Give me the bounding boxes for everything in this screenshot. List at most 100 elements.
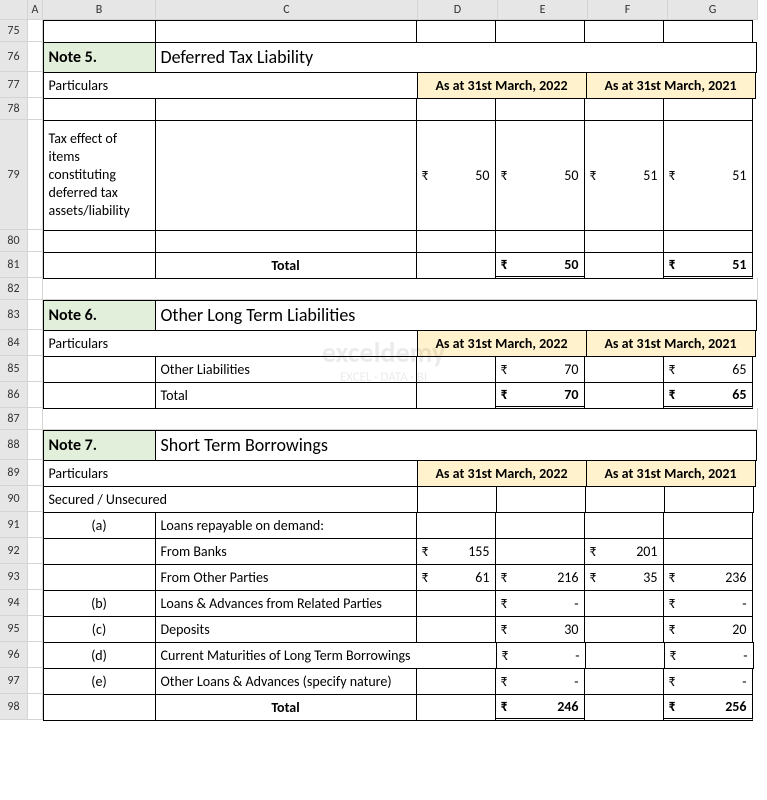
cell-A97[interactable] (28, 668, 43, 694)
note5-d[interactable]: ₹50 (416, 120, 496, 231)
cell-D80[interactable] (416, 230, 496, 253)
cell-F97[interactable] (584, 668, 664, 695)
note7-d-letter[interactable]: (d) (43, 642, 156, 669)
note5-total-g[interactable]: ₹51 (663, 252, 753, 279)
cell-A89[interactable] (28, 460, 43, 486)
row-header-85[interactable]: 85 (0, 356, 27, 382)
cell-E78[interactable] (495, 98, 585, 121)
cell-F90[interactable] (585, 486, 665, 513)
cell-F85[interactable] (584, 356, 664, 383)
note7-maturities-label[interactable]: Current Maturities of Long Term Borrowin… (155, 642, 497, 669)
cell-C79[interactable] (155, 120, 417, 231)
note6-date-2021[interactable]: As at 31st March, 2021 (586, 330, 756, 357)
cell-A93[interactable] (28, 564, 43, 590)
note6-g[interactable]: ₹65 (663, 356, 753, 383)
cell-E97[interactable]: ₹- (495, 668, 585, 695)
row-header-88[interactable]: 88 (0, 430, 27, 460)
note7-c-letter[interactable]: (c) (43, 616, 156, 643)
note7-banks-d[interactable]: ₹155 (416, 538, 496, 565)
cell-F96[interactable] (585, 642, 665, 669)
note5-date-2021[interactable]: As at 31st March, 2021 (586, 72, 756, 99)
note5-particulars-label[interactable]: Particulars (43, 72, 418, 99)
note5-g[interactable]: ₹51 (663, 120, 753, 231)
col-header-G[interactable]: G (668, 0, 758, 19)
note6-total-e[interactable]: ₹70 (495, 382, 585, 409)
note7-secured[interactable]: Secured / Unsecured (43, 486, 418, 513)
cell-G96[interactable]: ₹- (664, 642, 754, 669)
col-header-D[interactable]: D (418, 0, 498, 19)
row-header-77[interactable]: 77 (0, 72, 27, 98)
cell-82-span[interactable] (43, 278, 758, 300)
cell-A86[interactable] (28, 382, 43, 408)
note7-other-d[interactable]: ₹61 (416, 564, 496, 591)
cell-D90[interactable] (417, 486, 497, 513)
note7-date-2021[interactable]: As at 31st March, 2021 (586, 460, 756, 487)
row-header-92[interactable]: 92 (0, 538, 27, 564)
note7-date-2022[interactable]: As at 31st March, 2022 (417, 460, 587, 487)
cell-D91[interactable] (416, 512, 496, 539)
cell-A90[interactable] (28, 486, 43, 512)
cell-F86[interactable] (584, 382, 664, 409)
cell-D98[interactable] (416, 694, 496, 721)
row-header-90[interactable]: 90 (0, 486, 27, 512)
note6-item-label[interactable]: Other Liabilities (155, 356, 417, 383)
note7-other-e[interactable]: ₹216 (495, 564, 585, 591)
note7-particulars-label[interactable]: Particulars (43, 460, 418, 487)
cell-D81[interactable] (416, 252, 496, 279)
note6-header[interactable]: Note 6. (43, 300, 156, 331)
note7-a-letter[interactable]: (a) (43, 512, 156, 539)
row-header-87[interactable]: 87 (0, 408, 27, 430)
row-header-83[interactable]: 83 (0, 300, 27, 330)
cell-B86[interactable] (43, 382, 156, 409)
row-header-96[interactable]: 96 (0, 642, 27, 668)
cell-B80[interactable] (43, 230, 156, 253)
note7-e-letter[interactable]: (e) (43, 668, 156, 695)
cell-A95[interactable] (28, 616, 43, 642)
row-header-97[interactable]: 97 (0, 668, 27, 694)
cell-F98[interactable] (584, 694, 664, 721)
note7-other-f[interactable]: ₹35 (584, 564, 664, 591)
cell-A96[interactable] (28, 642, 43, 668)
cell-F75[interactable] (584, 20, 664, 43)
cell-A84[interactable] (28, 330, 43, 356)
note7-total-e[interactable]: ₹246 (495, 694, 585, 721)
cell-A81[interactable] (28, 252, 43, 278)
note7-other-g[interactable]: ₹236 (663, 564, 753, 591)
cell-A85[interactable] (28, 356, 43, 382)
note7-deposits-label[interactable]: Deposits (155, 616, 417, 643)
note6-total-label[interactable]: Total (155, 382, 417, 409)
cell-D97[interactable] (416, 668, 496, 695)
cell-G94[interactable]: ₹- (663, 590, 753, 617)
cell-B92[interactable] (43, 538, 156, 565)
note6-title[interactable]: Other Long Term Liabilities (155, 300, 757, 331)
note6-total-g[interactable]: ₹65 (663, 382, 753, 409)
note5-e[interactable]: ₹50 (495, 120, 585, 231)
cell-A82[interactable] (28, 278, 43, 300)
cell-B78[interactable] (43, 98, 156, 121)
row-header-98[interactable]: 98 (0, 694, 27, 720)
cell-D78[interactable] (416, 98, 496, 121)
cell-G75[interactable] (663, 20, 753, 43)
cell-A98[interactable] (28, 694, 43, 720)
cell-B85[interactable] (43, 356, 156, 383)
note5-date-2022[interactable]: As at 31st March, 2022 (417, 72, 587, 99)
row-header-93[interactable]: 93 (0, 564, 27, 590)
note7-total-g[interactable]: ₹256 (663, 694, 753, 721)
note7-header[interactable]: Note 7. (43, 430, 156, 461)
cell-G80[interactable] (663, 230, 753, 253)
cell-D75[interactable] (416, 20, 496, 43)
cell-F91[interactable] (584, 512, 664, 539)
note5-title[interactable]: Deferred Tax Liability (155, 42, 757, 73)
row-header-79[interactable]: 79 (0, 120, 27, 230)
cell-F78[interactable] (584, 98, 664, 121)
cell-A88[interactable] (28, 430, 43, 460)
cell-A87[interactable] (28, 408, 43, 430)
row-header-89[interactable]: 89 (0, 460, 27, 486)
row-header-76[interactable]: 76 (0, 42, 27, 72)
col-header-E[interactable]: E (498, 0, 588, 19)
col-header-A[interactable]: A (28, 0, 43, 19)
note5-total-e[interactable]: ₹50 (495, 252, 585, 279)
row-header-78[interactable]: 78 (0, 98, 27, 120)
col-header-B[interactable]: B (43, 0, 156, 19)
note7-banks-label[interactable]: From Banks (155, 538, 417, 565)
